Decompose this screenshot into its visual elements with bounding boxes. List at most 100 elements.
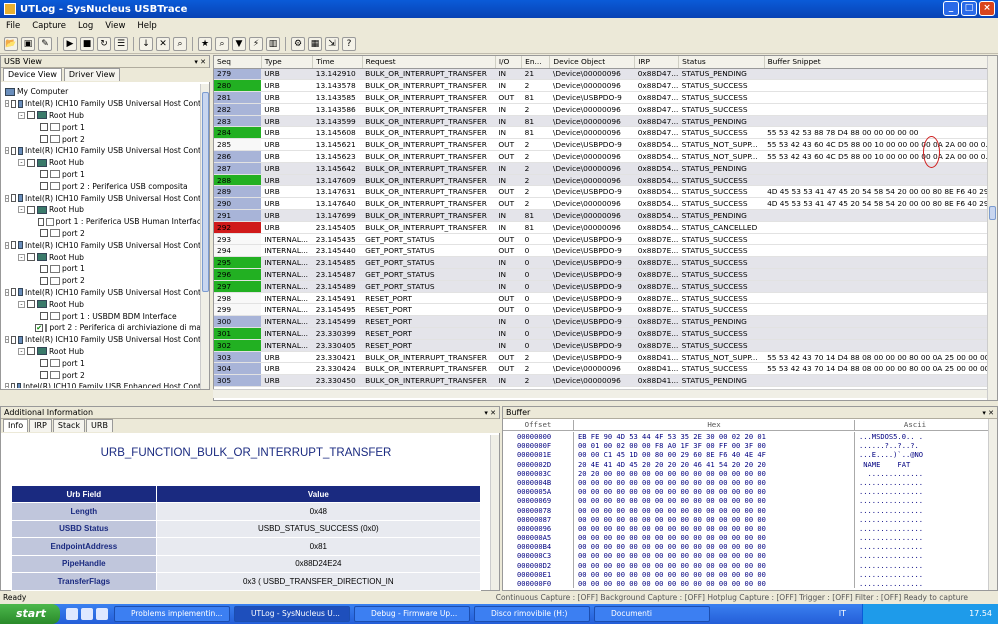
checkbox[interactable] <box>40 123 48 132</box>
checkbox[interactable] <box>27 111 35 120</box>
panel-close-icon[interactable]: ▾ ✕ <box>484 407 496 419</box>
checkbox[interactable] <box>40 264 48 273</box>
expand-toggle-icon[interactable]: - <box>18 206 25 214</box>
expand-toggle-icon[interactable]: - <box>5 383 10 388</box>
tree-node[interactable]: - Intel(R) ICH10 Family USB Universal Hos… <box>1 287 201 299</box>
table-row[interactable]: 305 URB 23.330450 BULK_OR_INTERRUPT_TRANSFE… <box>214 374 997 388</box>
filter-icon[interactable]: ▼ <box>232 36 246 51</box>
tab-urb[interactable]: URB <box>86 419 113 432</box>
play-icon[interactable]: ▶ <box>63 36 77 51</box>
tree-node[interactable]: port 2 <box>1 275 201 287</box>
refresh-icon[interactable]: ↻ <box>97 36 111 51</box>
tree-node[interactable]: - Intel(R) ICH10 Family USB Enhanced Host… <box>1 381 201 388</box>
tree-node[interactable]: - Intel(R) ICH10 Family USB Universal Hos… <box>1 239 201 251</box>
export-icon[interactable]: ⇲ <box>325 36 339 51</box>
column-header[interactable]: I/O <box>495 56 523 69</box>
tree-node[interactable]: port 1 <box>1 169 201 181</box>
checkbox[interactable] <box>11 382 15 388</box>
expand-toggle-icon[interactable]: - <box>18 253 25 261</box>
checkbox[interactable]: ✔ <box>35 323 44 332</box>
language-indicator[interactable]: IT <box>839 604 846 624</box>
checkbox[interactable] <box>11 335 16 344</box>
expand-toggle-icon[interactable]: - <box>18 300 25 308</box>
table-row[interactable]: 282 URB 13.143586 BULK_OR_INTERRUPT_TRANSFE… <box>214 103 997 116</box>
checkbox[interactable] <box>40 229 48 238</box>
checkbox[interactable] <box>11 99 16 108</box>
table-row[interactable]: 293 INTERNAL... 23.145435 GET_PORT_STATUS OU… <box>214 233 997 246</box>
checkbox[interactable] <box>40 359 48 368</box>
column-header[interactable]: Status <box>678 56 765 69</box>
tree-node[interactable]: - Intel(R) ICH10 Family USB Universal Hos… <box>1 145 201 157</box>
checkbox[interactable] <box>40 312 48 321</box>
table-row[interactable]: 291 URB 13.147699 BULK_OR_INTERRUPT_TRANSFE… <box>214 209 997 222</box>
table-row[interactable]: 280 URB 13.143578 BULK_OR_INTERRUPT_TRANSFE… <box>214 79 997 93</box>
table-row[interactable]: 301 INTERNAL... 23.330399 RESET_PORT IN 0 \Dev… <box>214 327 997 340</box>
expand-toggle-icon[interactable]: - <box>18 159 25 167</box>
expand-toggle-icon[interactable]: - <box>18 111 25 119</box>
table-row[interactable]: 294 INTERNAL... 23.145440 GET_PORT_STATUS OU… <box>214 244 997 258</box>
column-header[interactable]: Device Object <box>549 56 636 69</box>
taskbar-item[interactable]: Documenti <box>594 606 710 622</box>
list-icon[interactable]: ☰ <box>114 36 128 51</box>
checkbox[interactable] <box>11 194 16 203</box>
menu-capture[interactable]: Capture <box>32 21 66 31</box>
table-row[interactable]: 299 INTERNAL... 23.145495 RESET_PORT OUT 0 \De… <box>214 303 997 317</box>
checkbox[interactable] <box>27 158 35 167</box>
tree-node[interactable]: port 1 <box>1 121 201 133</box>
open-icon[interactable]: 📂 <box>4 36 18 51</box>
save-icon[interactable]: ▣ <box>21 36 35 51</box>
buffer-scrollbar[interactable] <box>988 419 997 590</box>
table-row[interactable]: 283 URB 13.143599 BULK_OR_INTERRUPT_TRANSFE… <box>214 115 997 128</box>
table-row[interactable]: 290 URB 13.147640 BULK_OR_INTERRUPT_TRANSFE… <box>214 197 997 211</box>
bookmark-icon[interactable]: ★ <box>198 36 212 51</box>
table-row[interactable]: 288 URB 13.147609 BULK_OR_INTERRUPT_TRANSFE… <box>214 174 997 187</box>
table-row[interactable]: 295 INTERNAL... 23.145485 GET_PORT_STATUS IN… <box>214 256 997 270</box>
grid-scrollbar[interactable] <box>987 56 997 400</box>
checkbox[interactable] <box>40 371 48 380</box>
table-row[interactable]: 304 URB 23.330424 BULK_OR_INTERRUPT_TRANSFE… <box>214 362 997 376</box>
addinfo-scrollbar[interactable] <box>490 435 499 590</box>
taskbar-item[interactable]: Problems implementin... <box>114 606 230 622</box>
expand-toggle-icon[interactable]: - <box>5 336 10 344</box>
edit-icon[interactable]: ✎ <box>38 36 52 51</box>
tree-node[interactable]: port 1 <box>1 263 201 275</box>
expand-toggle-icon[interactable]: - <box>5 241 10 249</box>
down-arrow-icon[interactable]: ↓ <box>139 36 153 51</box>
expand-toggle-icon[interactable]: - <box>5 100 10 108</box>
settings-icon[interactable]: ⚙ <box>291 36 305 51</box>
tree-node[interactable]: - Root Hub <box>1 346 201 358</box>
tab-irp[interactable]: IRP <box>29 419 52 432</box>
tree-node[interactable]: - Root Hub <box>1 157 201 169</box>
browser-icon[interactable] <box>66 608 78 620</box>
chart-icon[interactable]: ▥ <box>266 36 280 51</box>
expand-toggle-icon[interactable]: - <box>5 194 10 202</box>
tree-node[interactable]: port 2 <box>1 228 201 240</box>
tree-scrollbar[interactable] <box>200 84 209 389</box>
clock[interactable]: 17.54 <box>969 609 992 618</box>
table-row[interactable]: 303 URB 23.330421 BULK_OR_INTERRUPT_TRANSFE… <box>214 351 997 364</box>
close-button[interactable]: × <box>979 1 995 16</box>
expand-toggle-icon[interactable]: - <box>18 347 25 355</box>
menu-file[interactable]: File <box>6 21 20 31</box>
menu-help[interactable]: Help <box>137 21 156 31</box>
tree-node[interactable]: - Root Hub <box>1 204 201 216</box>
tab-info[interactable]: Info <box>3 419 29 432</box>
checkbox[interactable] <box>11 288 16 297</box>
menu-log[interactable]: Log <box>78 21 93 31</box>
tree-node[interactable]: - Root Hub <box>1 298 201 310</box>
checkbox[interactable] <box>27 253 35 262</box>
app-icon[interactable] <box>96 608 108 620</box>
taskbar-item[interactable]: Disco rimovibile (H:) <box>474 606 590 622</box>
checkbox[interactable] <box>38 217 45 226</box>
expand-toggle-icon[interactable]: - <box>5 288 10 296</box>
panel-close-icon[interactable]: ▾ ✕ <box>982 407 994 419</box>
desktop-icon[interactable] <box>81 608 93 620</box>
grid-icon[interactable]: ▦ <box>308 36 322 51</box>
tree-node[interactable]: - Intel(R) ICH10 Family USB Universal Hos… <box>1 192 201 204</box>
stop-icon[interactable]: ■ <box>80 36 94 51</box>
table-row[interactable]: 286 URB 13.145623 BULK_OR_INTERRUPT_TRANSFE… <box>214 150 997 163</box>
tab-stack[interactable]: Stack <box>52 419 86 432</box>
menu-view[interactable]: View <box>105 21 125 31</box>
checkbox[interactable] <box>11 241 16 250</box>
tree-node[interactable]: port 1 : Periferica USB Human Interfac <box>1 216 201 228</box>
